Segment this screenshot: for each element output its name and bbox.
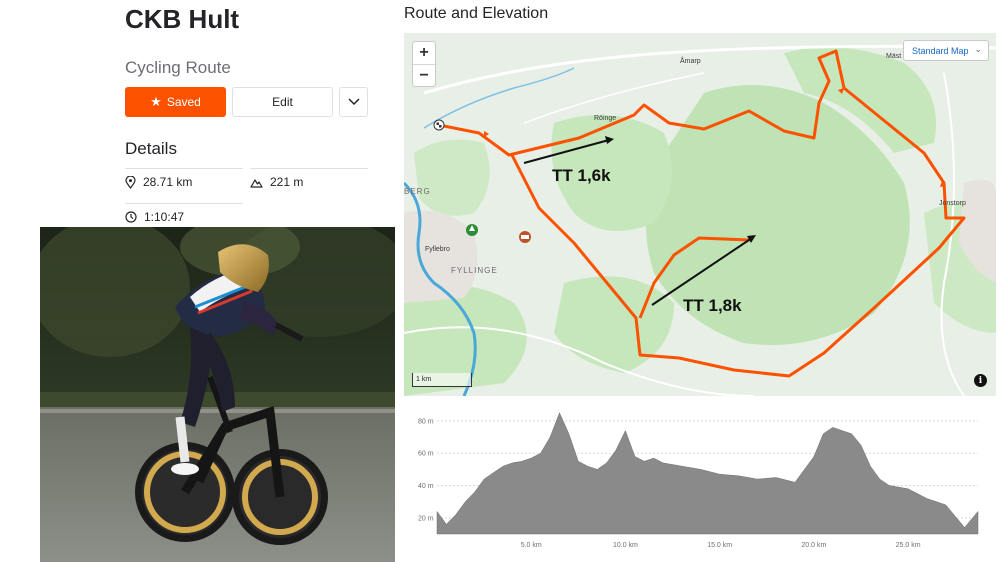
route-title: CKB Hult <box>125 4 240 34</box>
map-style-label: Standard Map <box>912 45 969 56</box>
duration-stat: 1:10:47 <box>125 210 184 224</box>
saved-label: Saved <box>166 95 201 109</box>
details-heading: Details <box>125 139 177 158</box>
x-tick-label: 15.0 km <box>707 542 732 549</box>
route-map[interactable]: + − Standard Map ⌄ Åmarp Röinge Jonstorp… <box>404 33 996 396</box>
tt-annotation: TT 1,8k <box>683 296 742 315</box>
x-tick-label: 20.0 km <box>801 542 826 549</box>
location-pin-icon <box>125 175 136 189</box>
info-icon[interactable]: i <box>974 374 987 387</box>
map-canvas <box>404 33 996 396</box>
cyclist-photo <box>40 227 395 562</box>
zoom-in-button[interactable]: + <box>413 42 435 64</box>
place-label: Mäst <box>886 53 902 60</box>
elevation-chart: 80 m 60 m 40 m 20 m 5.0 km 10.0 km 15.0 km 20.… <box>404 400 996 556</box>
place-label: Fyllebro <box>425 246 450 253</box>
saved-button[interactable]: ★ Saved <box>125 87 226 117</box>
place-label: Åmarp <box>680 58 701 65</box>
chevron-down-icon <box>347 98 360 106</box>
divider <box>125 168 243 169</box>
mountain-icon <box>250 178 263 188</box>
y-tick-label: 80 m <box>418 418 434 425</box>
x-tick-label: 25.0 km <box>896 542 921 549</box>
y-tick-label: 40 m <box>418 483 434 490</box>
zoom-out-button[interactable]: − <box>413 64 435 86</box>
elevation-area <box>436 412 979 535</box>
elevation-stat: 221 m <box>250 175 303 189</box>
place-label: Jonstorp <box>939 200 966 207</box>
zoom-control: + − <box>412 41 436 87</box>
chevron-down-icon: ⌄ <box>974 44 982 54</box>
map-style-select[interactable]: Standard Map ⌄ <box>903 40 989 61</box>
map-heading: Route and Elevation <box>404 5 549 22</box>
divider <box>125 203 243 204</box>
y-tick-label: 20 m <box>418 515 434 522</box>
distance-stat: 28.71 km <box>125 175 192 189</box>
tt-annotation: TT 1,6k <box>552 166 611 185</box>
x-tick-label: 5.0 km <box>521 542 542 549</box>
duration-value: 1:10:47 <box>144 210 185 224</box>
elevation-gain-value: 221 m <box>270 175 304 189</box>
place-label: Röinge <box>594 115 617 122</box>
elevation-svg: 80 m 60 m 40 m 20 m 5.0 km 10.0 km 15.0 km 20.… <box>418 412 979 549</box>
divider <box>250 168 368 169</box>
place-label: BERG <box>404 187 431 196</box>
clock-icon <box>125 211 137 223</box>
more-options-button[interactable] <box>339 87 368 117</box>
scale-bar: 1 km <box>412 373 472 387</box>
place-label: FYLLINGE <box>451 266 498 275</box>
edit-label: Edit <box>272 95 293 109</box>
x-tick-label: 10.0 km <box>613 542 638 549</box>
route-type: Cycling Route <box>125 58 231 77</box>
distance-value: 28.71 km <box>143 175 193 189</box>
y-tick-label: 60 m <box>418 451 434 458</box>
star-icon: ★ <box>150 94 162 109</box>
edit-button[interactable]: Edit <box>232 87 333 117</box>
